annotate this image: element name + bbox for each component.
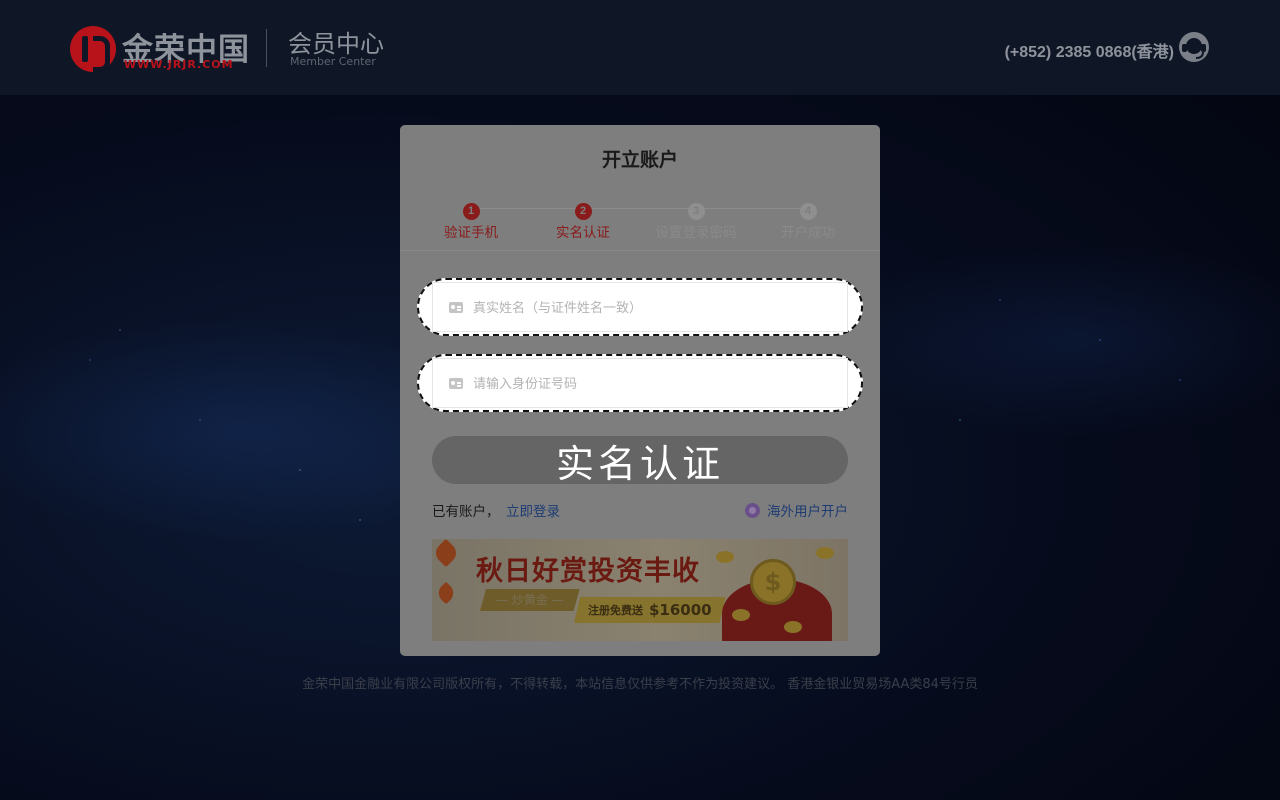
step-verify-phone: 1 验证手机 (415, 199, 527, 241)
real-name-verify-button[interactable]: 实名认证 (432, 436, 848, 486)
card-divider (400, 250, 880, 251)
step-number: 4 (799, 203, 817, 220)
coin-decoration (716, 551, 734, 563)
header-divider (266, 29, 267, 67)
id-number-field (432, 358, 848, 408)
step-label: 开户成功 (781, 225, 835, 241)
step-number: 2 (574, 203, 592, 220)
real-name-field (432, 282, 848, 332)
step-real-name: 2 实名认证 (527, 199, 639, 241)
have-account-text: 已有账户， (432, 504, 500, 520)
gold-coin-icon: $ (750, 559, 796, 605)
step-set-password: 3 设置登录密码 (640, 199, 752, 241)
banner-promo-text: 注册免费送 (588, 604, 643, 617)
step-number: 1 (462, 203, 480, 220)
brand-logo[interactable]: 金荣中国 WWW.JRJR.COM (70, 24, 250, 72)
promo-banner[interactable]: 秋日好赏投资丰收 — 炒黄金 — 注册免费送 $16000 $ (432, 539, 848, 641)
id-card-icon (449, 302, 463, 313)
step-label: 设置登录密码 (655, 225, 737, 241)
form-title: 开立账户 (601, 149, 678, 171)
step-number: 3 (687, 203, 705, 220)
footer-copyright: 金荣中国金融业有限公司版权所有，不得转载，本站信息仅供参考不作为投资建议。 香港… (302, 677, 978, 692)
banner-title: 秋日好赏投资丰收 (476, 556, 700, 587)
member-center-title: 会员中心 (288, 30, 384, 58)
top-header: 金荣中国 WWW.JRJR.COM 会员中心 Member Center (+8… (0, 0, 1280, 95)
banner-tag: — 炒黄金 — (480, 589, 580, 611)
register-card: 开立账户 1 验证手机 2 实名认证 3 设置登录密码 4 开户成功 真实姓名（… (400, 125, 880, 656)
step-label: 实名认证 (556, 225, 610, 241)
leaf-decoration (432, 539, 461, 568)
member-center-subtitle: Member Center (290, 55, 376, 68)
logo-url: WWW.JRJR.COM (124, 58, 234, 71)
overseas-signup-link[interactable]: 海外用户开户 (745, 500, 848, 520)
id-number-field-highlight (417, 354, 863, 412)
logo-mark-icon (70, 26, 116, 72)
coin-decoration (732, 609, 750, 621)
login-link[interactable]: 立即登录 (506, 500, 560, 520)
coin-decoration (784, 621, 802, 633)
real-name-input[interactable] (473, 296, 833, 320)
coin-decoration (816, 547, 834, 559)
support-phone: (+852) 2385 0868(香港) (1004, 44, 1174, 61)
step-account-opened: 4 开户成功 (752, 199, 864, 241)
overseas-signup-label: 海外用户开户 (767, 504, 848, 520)
login-row: 已有账户， 立即登录 海外用户开户 (432, 500, 848, 520)
step-progress: 1 验证手机 2 实名认证 3 设置登录密码 4 开户成功 (415, 199, 865, 241)
step-label: 验证手机 (444, 225, 498, 241)
headset-icon[interactable] (1178, 31, 1210, 63)
id-card-icon (449, 378, 463, 389)
id-number-input[interactable] (473, 372, 833, 396)
globe-icon (745, 503, 760, 518)
banner-promo: 注册免费送 $16000 (574, 597, 726, 623)
real-name-field-highlight (417, 278, 863, 336)
leaf-decoration (434, 581, 458, 605)
banner-promo-amount: $16000 (649, 601, 712, 619)
